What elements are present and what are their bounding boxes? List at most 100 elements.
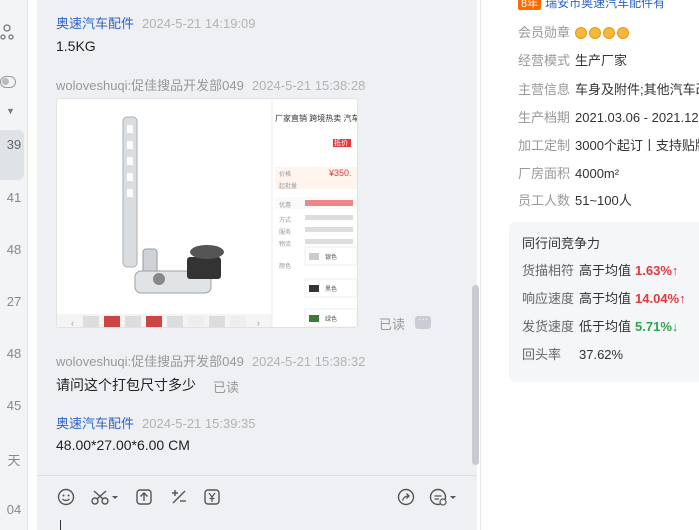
card-label: 颜色 xyxy=(279,264,292,270)
message-time: 2024-5-21 15:38:28 xyxy=(251,78,366,93)
share-icon[interactable] xyxy=(397,488,415,506)
compete-row: 发货速度 低于均值 5.71%↓ xyxy=(522,316,678,335)
list-item[interactable]: 04 xyxy=(0,502,28,517)
sender-name[interactable]: 奥速汽车配件 xyxy=(56,16,134,31)
list-item[interactable]: 天 xyxy=(0,450,28,469)
info-value: 车身及附件;其他汽车改装 xyxy=(575,82,699,97)
card-product-title: 厂家直销 跨境热卖 汽车改 xyxy=(275,114,357,123)
compete-value: 高于均值 xyxy=(579,291,632,306)
supplier-name[interactable]: 瑞安市奥速汽车配件有 xyxy=(545,0,665,10)
more-options-icon[interactable]: ··· xyxy=(415,315,431,329)
emoji-icon[interactable] xyxy=(57,488,75,506)
chat-message-area: 奥速汽车配件 2024-5-21 14:19:09 1.5KG woloveshu… xyxy=(37,0,477,530)
compete-percent: 1.63% xyxy=(635,263,672,278)
coupon-icon[interactable] xyxy=(203,488,221,506)
read-status: 已读 xyxy=(213,380,240,395)
dropdown-arrow-icon[interactable]: ▼ xyxy=(6,106,15,116)
message-text: 请问这个打包尺寸多少 xyxy=(56,377,196,393)
compete-value: 37.62% xyxy=(579,347,624,362)
message-header: woloveshuqi:促佳搜品开发部049 2024-5-21 15:38:32 xyxy=(56,351,365,370)
compete-row: 回头率 37.62% xyxy=(522,344,623,363)
product-screenshot-card[interactable]: ‹ › 厂家直销 跨境热卖 汽车改 抵价 xyxy=(56,98,358,328)
info-label: 经营模式 xyxy=(518,53,571,68)
message-header: 奥速汽车配件 2024-5-21 15:39:35 xyxy=(56,413,256,432)
info-label: 生产档期 xyxy=(518,110,571,125)
list-item[interactable]: 45 xyxy=(0,398,28,413)
message-time: 2024-5-21 14:19:09 xyxy=(142,16,256,31)
sender-name[interactable]: 奥速汽车配件 xyxy=(56,416,134,431)
toggle-switch[interactable] xyxy=(0,76,16,88)
compete-row: 响应速度 高于均值 14.04%↑ xyxy=(522,288,686,307)
list-item[interactable]: 48 xyxy=(0,242,28,257)
sender-name[interactable]: woloveshuqi:促佳搜品开发部049 xyxy=(56,78,244,93)
card-label: 价格 xyxy=(279,172,292,178)
compete-row: 货描相符 高于均值 1.63%↑ xyxy=(522,260,678,279)
crown-icon xyxy=(617,27,629,39)
info-row: 主营信息车身及附件;其他汽车改装 xyxy=(518,79,699,98)
message-time: 2024-5-21 15:38:32 xyxy=(251,354,366,369)
text-input-cursor[interactable] xyxy=(60,520,61,530)
chat-scrollbar[interactable] xyxy=(472,285,479,465)
competitiveness-card: 同行间竞争力 货描相符 高于均值 1.63%↑ 响应速度 高于均值 14.04%↑ 发货… xyxy=(509,222,699,382)
info-row: 生产档期 2021.03.06 - 2021.12.3 xyxy=(518,107,699,126)
message-time: 2024-5-21 15:39:35 xyxy=(142,416,256,431)
list-item[interactable]: 48 xyxy=(0,346,28,361)
conversation-list-strip: ▼ 39 41 48 27 48 45 天 04 xyxy=(0,0,28,530)
info-label: 会员勋章 xyxy=(518,25,571,40)
card-label: 方式 xyxy=(279,218,292,224)
compete-label: 发货速度 xyxy=(522,319,575,334)
arrow-up-icon: ↑ xyxy=(679,291,686,306)
info-value: 51~100人 xyxy=(575,193,632,208)
crown-icon xyxy=(589,27,601,39)
compete-percent: 5.71% xyxy=(635,319,672,334)
list-item[interactable]: 41 xyxy=(0,190,28,205)
info-value: 2021.03.06 - 2021.12.3 xyxy=(575,110,699,125)
arrow-up-icon: ↑ xyxy=(671,263,679,278)
compete-label: 货描相符 xyxy=(522,263,575,278)
compete-value: 高于均值 xyxy=(579,263,632,278)
product-image: ‹ › xyxy=(57,99,357,328)
crown-icon xyxy=(603,27,615,39)
years-badge: 8年 xyxy=(518,0,542,10)
info-row: 员工人数 51~100人 xyxy=(518,190,632,209)
info-row: 经营模式 生产厂家 xyxy=(518,50,627,69)
message-header: woloveshuqi:促佳搜品开发部049 2024-5-21 15:38:28 xyxy=(56,75,365,94)
card-label: 物流 xyxy=(279,242,292,248)
message-text: 1.5KG xyxy=(56,38,96,54)
chat-window: ▼ 39 41 48 27 48 45 天 04 奥速汽车配件 2024-5-21… xyxy=(0,0,699,530)
info-label: 厂房面积 xyxy=(518,166,571,181)
message-text: 48.00*27.00*6.00 CM xyxy=(56,437,190,453)
card-price: ¥350. xyxy=(329,168,352,178)
arrow-down-icon: ↓ xyxy=(671,319,679,334)
compete-label: 响应速度 xyxy=(522,291,575,306)
message-header: 奥速汽车配件 2024-5-21 14:19:09 xyxy=(56,13,256,32)
info-row: 厂房面积 4000m² xyxy=(518,163,619,182)
upload-icon[interactable] xyxy=(135,488,153,506)
contacts-icon[interactable] xyxy=(0,24,14,40)
card-option: 银色 xyxy=(325,255,338,261)
crown-icon xyxy=(575,27,587,39)
svg-text:›: › xyxy=(257,318,260,328)
card-option: 黑色 xyxy=(325,287,338,293)
info-label: 加工定制 xyxy=(518,138,571,153)
svg-text:‹: ‹ xyxy=(71,318,74,328)
supplier-header: 8年 瑞安市奥速汽车配件有 xyxy=(518,0,665,11)
compete-value: 低于均值 xyxy=(579,319,632,334)
info-value: 3000个起订丨支持贴牌 xyxy=(575,138,699,153)
discount-icon[interactable] xyxy=(170,488,188,506)
sender-name[interactable]: woloveshuqi:促佳搜品开发部049 xyxy=(56,354,244,369)
input-toolbar xyxy=(37,475,477,530)
info-label: 主营信息 xyxy=(518,82,571,97)
card-label: 优惠 xyxy=(279,203,292,209)
list-item[interactable]: 39 xyxy=(0,137,28,152)
read-status: 已读 xyxy=(379,317,406,332)
info-value: 生产厂家 xyxy=(575,53,628,68)
info-label: 员工人数 xyxy=(518,193,571,208)
list-item[interactable]: 27 xyxy=(0,294,28,309)
supplier-info-panel: 8年 瑞安市奥速汽车配件有 会员勋章 经营模式 生产厂家 主营信息 车身及附件;其他汽… xyxy=(480,0,699,530)
quick-reply-icon[interactable] xyxy=(429,488,457,506)
info-row: 加工定制 3000个起订丨支持贴牌 xyxy=(518,135,699,154)
scissors-icon[interactable] xyxy=(91,488,119,506)
competitiveness-title: 同行间竞争力 xyxy=(522,236,601,251)
compete-label: 回头率 xyxy=(522,347,562,362)
